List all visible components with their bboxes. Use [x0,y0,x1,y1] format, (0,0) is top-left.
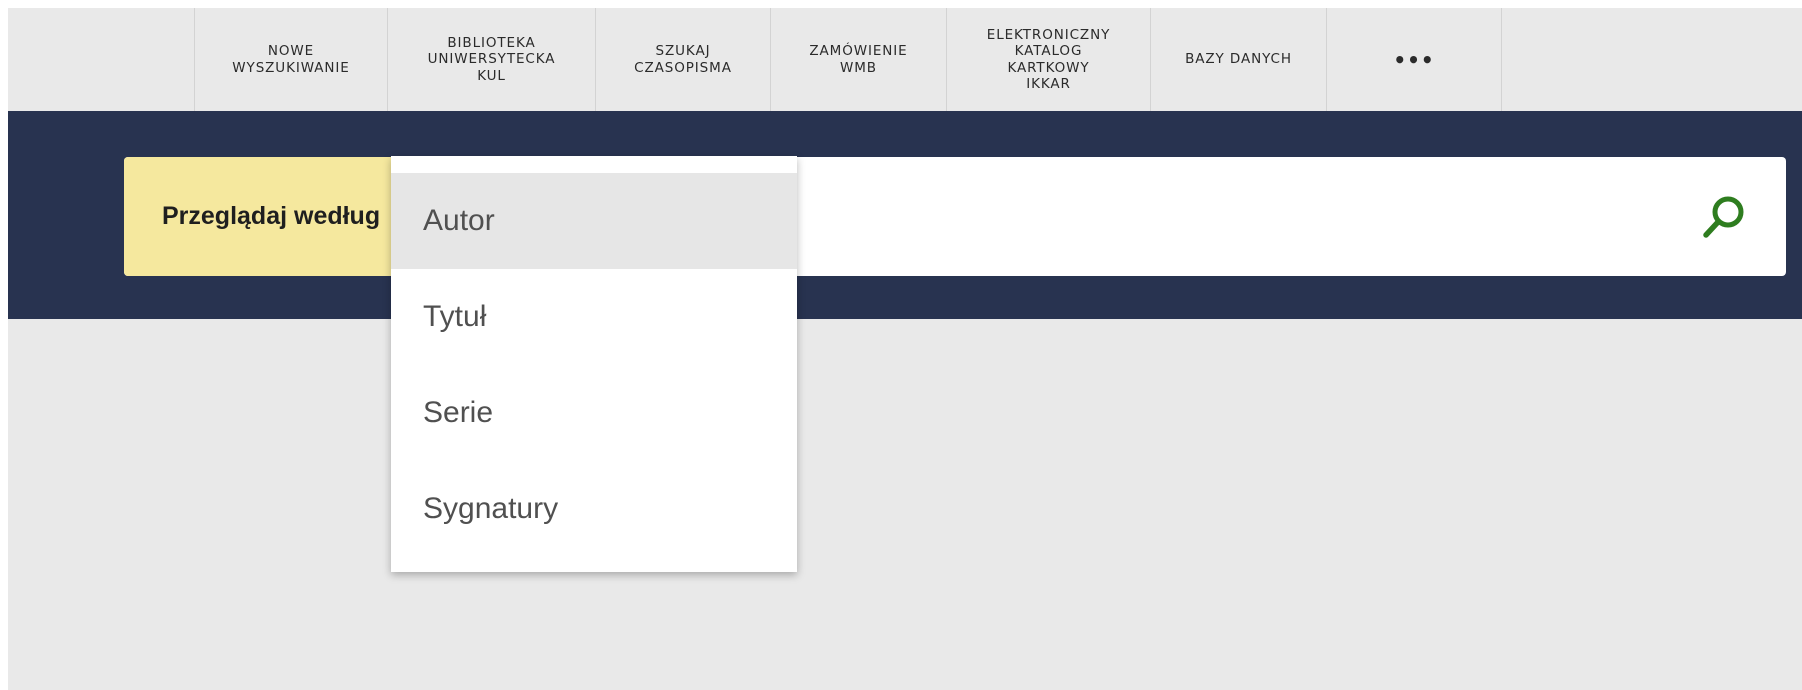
nav-search-journals-label: SZUKAJ CZASOPISMA [634,43,732,76]
dropdown-option-author[interactable]: Autor [391,173,797,269]
nav-new-search-label: NOWE WYSZUKIWANIE [232,43,350,76]
top-navigation: NOWE WYSZUKIWANIE BIBLIOTEKA UNIWERSYTEC… [8,8,1802,111]
dropdown-option-label: Serie [423,396,494,429]
nav-databases[interactable]: BAZY DANYCH [1150,8,1326,111]
nav-university-library-label: BIBLIOTEKA UNIWERSYTECKA KUL [427,34,556,84]
app-viewport: NOWE WYSZUKIWANIE BIBLIOTEKA UNIWERSYTEC… [8,8,1802,690]
dropdown-option-title[interactable]: Tytuł [391,269,797,365]
dropdown-option-label: Sygnatury [423,492,559,525]
nav-databases-label: BAZY DANYCH [1185,51,1292,68]
browse-by-dropdown: Autor Tytuł Serie Sygnatury [391,156,797,572]
nav-card-catalog-label: ELEKTRONICZNY KATALOG KARTKOWY IKKAR [986,26,1111,92]
more-icon: ••• [1393,47,1435,72]
dropdown-option-label: Tytuł [423,300,487,333]
browse-by-label[interactable]: Przeglądaj według [124,157,394,276]
search-icon[interactable] [1700,193,1748,241]
nav-new-search[interactable]: NOWE WYSZUKIWANIE [194,8,387,111]
dropdown-option-series[interactable]: Serie [391,365,797,461]
nav-search-journals[interactable]: SZUKAJ CZASOPISMA [595,8,770,111]
nav-order-wmb[interactable]: ZAMÓWIENIE WMB [770,8,946,111]
nav-card-catalog[interactable]: ELEKTRONICZNY KATALOG KARTKOWY IKKAR [946,8,1150,111]
nav-order-wmb-label: ZAMÓWIENIE WMB [809,43,908,76]
search-band: Przeglądaj według [8,111,1802,319]
dropdown-option-label: Autor [423,204,495,237]
nav-more-button[interactable]: ••• [1326,8,1502,111]
search-bar: Przeglądaj według [124,157,1786,276]
nav-university-library[interactable]: BIBLIOTEKA UNIWERSYTECKA KUL [387,8,595,111]
dropdown-option-call-numbers[interactable]: Sygnatury [391,461,797,557]
